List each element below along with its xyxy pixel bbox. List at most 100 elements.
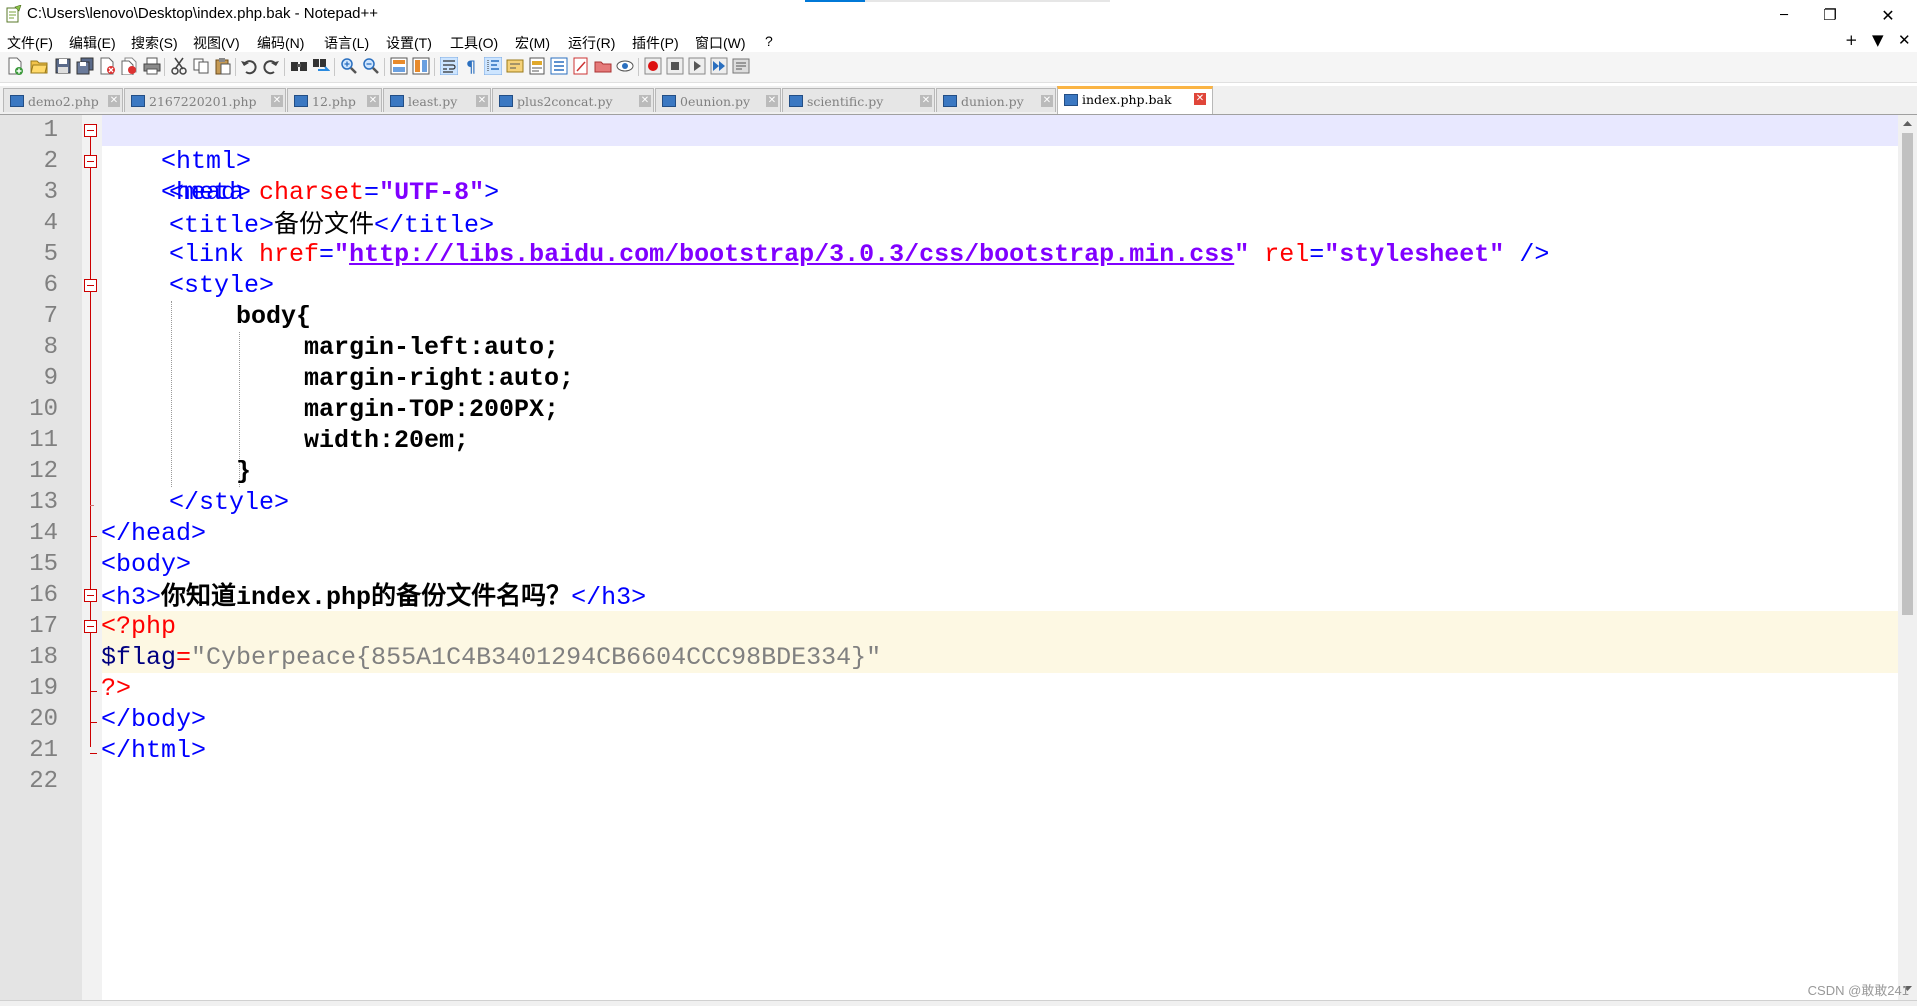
undo-icon[interactable] bbox=[240, 57, 258, 75]
zoom-out-icon[interactable] bbox=[362, 57, 380, 75]
monitoring-icon[interactable] bbox=[616, 57, 634, 75]
menu-search[interactable]: 搜索(S) bbox=[131, 33, 178, 53]
fold-toggle-style[interactable] bbox=[84, 279, 97, 292]
heading-text: 你知道 bbox=[161, 581, 237, 610]
tab-close-icon[interactable]: ✕ bbox=[271, 95, 283, 107]
fold-toggle-body[interactable] bbox=[84, 589, 97, 602]
fold-toggle-html[interactable] bbox=[84, 124, 97, 137]
menu-macro[interactable]: 宏(M) bbox=[515, 33, 550, 53]
tab-index-php-bak[interactable]: index.php.bak ✕ bbox=[1057, 86, 1213, 114]
scrollbar-thumb[interactable] bbox=[1902, 133, 1913, 615]
tab-close-icon[interactable]: ✕ bbox=[367, 95, 379, 107]
tab-label: index.php.bak bbox=[1082, 92, 1172, 107]
menu-encoding[interactable]: 编码(N) bbox=[257, 33, 304, 53]
toolbar-separator bbox=[334, 58, 335, 76]
save-icon[interactable] bbox=[54, 57, 72, 75]
line-number: 21 bbox=[29, 737, 58, 764]
find-icon[interactable] bbox=[290, 57, 308, 75]
menu-plugins[interactable]: 插件(P) bbox=[632, 33, 679, 53]
tab-close-icon[interactable]: ✕ bbox=[1194, 93, 1206, 105]
equals: = bbox=[1309, 240, 1325, 269]
folder-as-workspace-icon[interactable] bbox=[594, 57, 612, 75]
cut-icon[interactable] bbox=[170, 57, 188, 75]
menu-language[interactable]: 语言(L) bbox=[324, 33, 369, 53]
tab-close-icon[interactable]: ✕ bbox=[920, 95, 932, 107]
menu-window[interactable]: 窗口(W) bbox=[695, 33, 746, 53]
macro-play-icon[interactable] bbox=[688, 57, 706, 75]
sync-horizontal-icon[interactable] bbox=[412, 57, 430, 75]
code-editor[interactable]: 1 2 3 4 5 6 7 8 9 10 11 12 13 14 15 16 1… bbox=[0, 115, 1898, 1000]
code-line-17: <?php bbox=[101, 611, 176, 642]
file-saved-icon bbox=[10, 95, 24, 107]
line-number: 15 bbox=[29, 551, 58, 578]
menu-view[interactable]: 视图(V) bbox=[193, 33, 240, 53]
menu-run[interactable]: 运行(R) bbox=[568, 33, 615, 53]
url-link[interactable]: http://libs.baidu.com/bootstrap/3.0.3/cs… bbox=[349, 240, 1234, 269]
scroll-up-icon[interactable] bbox=[1902, 119, 1913, 127]
line-number: 7 bbox=[43, 303, 58, 330]
replace-icon[interactable] bbox=[312, 57, 330, 75]
open-file-icon[interactable] bbox=[30, 57, 48, 75]
new-file-icon[interactable] bbox=[6, 57, 24, 75]
tab-0eunion-py[interactable]: 0eunion.py ✕ bbox=[655, 88, 781, 112]
attribute-value: "UTF-8" bbox=[379, 178, 485, 207]
close-file-icon[interactable] bbox=[98, 57, 116, 75]
menu-tools[interactable]: 工具(O) bbox=[450, 33, 498, 53]
tab-close-icon[interactable]: ✕ bbox=[476, 95, 488, 107]
zoom-in-icon[interactable] bbox=[340, 57, 358, 75]
function-list-icon[interactable] bbox=[550, 57, 568, 75]
word-wrap-icon[interactable] bbox=[440, 57, 458, 75]
tab-dunion-py[interactable]: dunion.py ✕ bbox=[936, 88, 1056, 112]
tab-close-icon[interactable]: ✕ bbox=[1041, 95, 1053, 107]
macro-stop-icon[interactable] bbox=[666, 57, 684, 75]
sync-vertical-icon[interactable] bbox=[390, 57, 408, 75]
close-all-icon[interactable] bbox=[120, 57, 138, 75]
folder-workspace-icon[interactable] bbox=[572, 57, 590, 75]
code-line-12: } bbox=[236, 456, 251, 487]
macro-record-icon[interactable] bbox=[644, 57, 662, 75]
php-variable: $flag bbox=[101, 643, 177, 672]
paste-icon[interactable] bbox=[214, 57, 232, 75]
show-all-chars-icon[interactable]: ¶ bbox=[462, 57, 480, 75]
tab-list-dropdown-icon[interactable]: ▼ bbox=[1872, 31, 1884, 49]
restore-button[interactable]: ❐ bbox=[1807, 0, 1853, 30]
print-icon[interactable] bbox=[143, 57, 161, 75]
html-tag: </body> bbox=[101, 705, 207, 734]
html-tag: </head> bbox=[101, 519, 207, 548]
udl-icon[interactable] bbox=[506, 57, 524, 75]
copy-icon[interactable] bbox=[192, 57, 210, 75]
tab-12-php[interactable]: 12.php ✕ bbox=[287, 88, 382, 112]
close-doc-icon[interactable]: ✕ bbox=[1898, 31, 1911, 49]
indent-guide-icon[interactable] bbox=[484, 57, 502, 75]
line-number: 2 bbox=[43, 148, 58, 175]
tab-2167220201-php[interactable]: 2167220201.php ✕ bbox=[124, 88, 286, 112]
doc-map-icon[interactable] bbox=[528, 57, 546, 75]
vertical-scrollbar[interactable] bbox=[1898, 115, 1917, 1000]
redo-icon[interactable] bbox=[262, 57, 280, 75]
code-line-19: ?> bbox=[101, 673, 131, 704]
tab-plus2concat-py[interactable]: plus2concat.py ✕ bbox=[492, 88, 654, 112]
tab-close-icon[interactable]: ✕ bbox=[766, 95, 778, 107]
tab-scientific-py[interactable]: scientific.py ✕ bbox=[782, 88, 935, 112]
tab-close-icon[interactable]: ✕ bbox=[639, 95, 651, 107]
title-text: 备份文件 bbox=[274, 209, 375, 238]
code-line-20: </body> bbox=[101, 704, 206, 735]
macro-run-multiple-icon[interactable] bbox=[710, 57, 728, 75]
tab-close-icon[interactable]: ✕ bbox=[108, 95, 120, 107]
html-attribute: rel bbox=[1264, 240, 1310, 269]
fold-toggle-php[interactable] bbox=[84, 620, 97, 633]
fold-toggle-head[interactable] bbox=[84, 155, 97, 168]
save-all-icon[interactable] bbox=[76, 57, 94, 75]
new-tab-plus-icon[interactable]: + bbox=[1845, 31, 1858, 49]
status-bar-edge bbox=[0, 1000, 1917, 1006]
macro-save-icon[interactable] bbox=[732, 57, 750, 75]
tab-least-py[interactable]: least.py ✕ bbox=[383, 88, 491, 112]
menu-help[interactable]: ? bbox=[765, 33, 773, 49]
menu-settings[interactable]: 设置(T) bbox=[386, 33, 432, 53]
minimize-button[interactable]: ─ bbox=[1761, 0, 1807, 30]
menu-edit[interactable]: 编辑(E) bbox=[69, 33, 116, 53]
title-accent-bar bbox=[805, 0, 1110, 2]
close-window-button[interactable]: ✕ bbox=[1865, 0, 1911, 30]
tab-demo2-php[interactable]: demo2.php ✕ bbox=[3, 88, 123, 112]
menu-file[interactable]: 文件(F) bbox=[7, 33, 53, 53]
